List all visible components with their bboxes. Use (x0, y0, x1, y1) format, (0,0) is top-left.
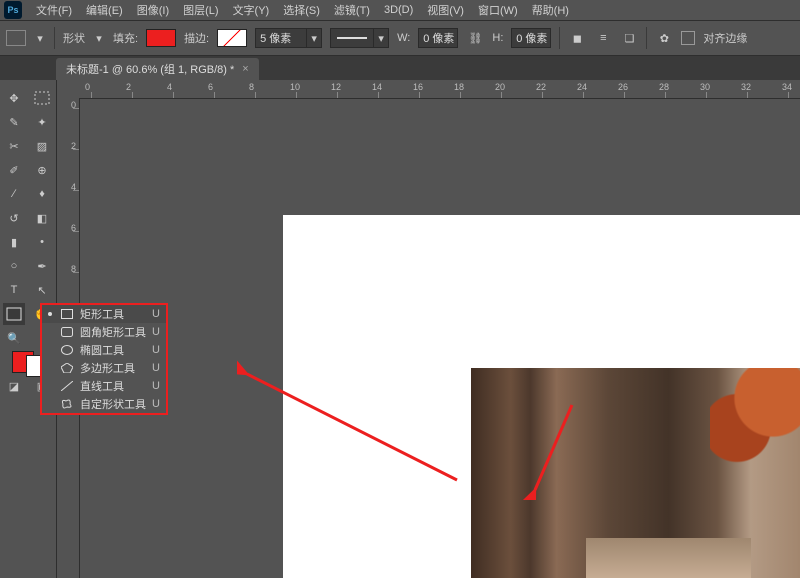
blur-tool-icon[interactable]: • (31, 231, 53, 253)
flyout-item-label: 椭圆工具 (80, 342, 146, 358)
polygon-icon (60, 363, 74, 373)
history-brush-tool-icon[interactable]: ↺ (3, 207, 25, 229)
eyedropper-tool-icon[interactable]: ✐ (3, 159, 25, 181)
quickmask-icon[interactable]: ◪ (3, 375, 25, 397)
height-label: H: (492, 32, 503, 44)
width-field[interactable]: 0 像素 (418, 28, 458, 48)
gear-icon[interactable]: ✿ (655, 29, 673, 47)
flyout-rounded-rectangle-tool[interactable]: 圆角矩形工具 U (42, 323, 166, 341)
flyout-ellipse-tool[interactable]: 椭圆工具 U (42, 341, 166, 359)
slice-tool-icon[interactable]: ▨ (31, 135, 53, 157)
menu-image[interactable]: 图像(I) (131, 0, 175, 20)
menu-filter[interactable]: 滤镜(T) (328, 0, 376, 20)
healing-tool-icon[interactable]: ⊕ (31, 159, 53, 181)
line-icon (60, 381, 74, 391)
image-detail (710, 368, 800, 468)
flyout-item-label: 圆角矩形工具 (80, 324, 146, 340)
document-tab-title: 未标题-1 @ 60.6% (组 1, RGB/8) * (66, 61, 234, 77)
stroke-width-dropdown[interactable]: ▾ (307, 28, 322, 48)
options-bar: ▾ 形状 ▾ 填充: 描边: 5 像素 ▾ ▾ W: 0 像素 ⛓ H: 0 像… (0, 21, 800, 56)
menu-layer[interactable]: 图层(L) (177, 0, 224, 20)
shape-mode-dropdown[interactable]: ▾ (93, 32, 105, 45)
flyout-item-shortcut: U (152, 398, 160, 410)
move-tool-icon[interactable]: ✥ (3, 87, 25, 109)
flyout-item-label: 多边形工具 (80, 360, 146, 376)
separator (54, 27, 55, 49)
ellipse-icon (60, 345, 74, 355)
horizontal-ruler: 0246810121416182022242628303234 (79, 80, 800, 99)
menu-window[interactable]: 窗口(W) (472, 0, 524, 20)
shape-tool-flyout: 矩形工具 U 圆角矩形工具 U 椭圆工具 U 多边形工具 U 直线工具 U (40, 303, 168, 415)
flyout-item-shortcut: U (152, 326, 160, 338)
zoom-tool-icon[interactable]: 🔍 (3, 327, 25, 349)
menu-view[interactable]: 视图(V) (421, 0, 470, 20)
separator (646, 27, 647, 49)
path-align-icon[interactable]: ≡ (594, 29, 612, 47)
path-select-tool-icon[interactable]: ↖ (31, 279, 53, 301)
flyout-rectangle-tool[interactable]: 矩形工具 U (42, 305, 166, 323)
brush-tool-icon[interactable]: ∕ (3, 183, 25, 205)
lasso-tool-icon[interactable]: ✎ (3, 111, 25, 133)
document-tab[interactable]: 未标题-1 @ 60.6% (组 1, RGB/8) * × (56, 58, 259, 80)
separator (559, 27, 560, 49)
menu-edit[interactable]: 编辑(E) (80, 0, 129, 20)
placed-image (471, 368, 800, 578)
link-wh-icon[interactable]: ⛓ (466, 29, 484, 47)
stroke-style-select[interactable] (330, 28, 374, 48)
align-edges-checkbox[interactable] (681, 31, 695, 45)
flyout-item-label: 直线工具 (80, 378, 146, 394)
crop-tool-icon[interactable]: ✂ (3, 135, 25, 157)
magic-wand-tool-icon[interactable]: ✦ (31, 111, 53, 133)
pen-tool-icon[interactable]: ✒ (31, 255, 53, 277)
flyout-item-label: 矩形工具 (80, 306, 146, 322)
custom-shape-icon (60, 399, 74, 409)
path-ops-icon[interactable]: ◼ (568, 29, 586, 47)
marquee-tool-icon[interactable] (31, 87, 53, 109)
flyout-item-shortcut: U (152, 344, 160, 356)
tool-preset-dropdown[interactable]: ▾ (34, 32, 46, 45)
fill-color-swatch[interactable] (146, 29, 176, 47)
flyout-item-shortcut: U (152, 308, 160, 320)
menu-file[interactable]: 文件(F) (30, 0, 78, 20)
eraser-tool-icon[interactable]: ◧ (31, 207, 53, 229)
width-label: W: (397, 32, 410, 44)
document-tab-strip: 未标题-1 @ 60.6% (组 1, RGB/8) * × (0, 56, 800, 81)
canvas-area[interactable]: 0246810121416182022242628303234 02468101… (57, 80, 800, 578)
menu-select[interactable]: 选择(S) (277, 0, 326, 20)
flyout-line-tool[interactable]: 直线工具 U (42, 377, 166, 395)
height-field[interactable]: 0 像素 (511, 28, 551, 48)
menu-help[interactable]: 帮助(H) (526, 0, 575, 20)
document-canvas[interactable] (283, 215, 800, 578)
stroke-label: 描边: (184, 30, 209, 46)
path-arrange-icon[interactable]: ❏ (620, 29, 638, 47)
fill-label: 填充: (113, 30, 138, 46)
type-tool-icon[interactable]: T (3, 279, 25, 301)
shape-mode-select[interactable]: 形状 (63, 30, 85, 46)
image-detail (586, 538, 751, 578)
current-tool-indicator (48, 312, 52, 316)
clone-tool-icon[interactable]: ♦ (31, 183, 53, 205)
gradient-tool-icon[interactable]: ▮ (3, 231, 25, 253)
stroke-width-field[interactable]: 5 像素 (255, 28, 307, 48)
rect-icon (60, 309, 74, 319)
flyout-item-shortcut: U (152, 380, 160, 392)
align-edges-label: 对齐边缘 (703, 30, 747, 46)
flyout-item-shortcut: U (152, 362, 160, 374)
close-tab-icon[interactable]: × (242, 63, 248, 75)
stroke-color-swatch[interactable] (217, 29, 247, 47)
dodge-tool-icon[interactable]: ○ (3, 255, 25, 277)
rectangle-tool-icon[interactable] (3, 303, 25, 325)
tool-preset-icon[interactable] (6, 30, 26, 46)
menu-bar: Ps 文件(F) 编辑(E) 图像(I) 图层(L) 文字(Y) 选择(S) 滤… (0, 0, 800, 21)
flyout-item-label: 自定形状工具 (80, 396, 146, 412)
flyout-polygon-tool[interactable]: 多边形工具 U (42, 359, 166, 377)
rounded-rect-icon (60, 327, 74, 337)
menu-3d[interactable]: 3D(D) (378, 2, 419, 18)
flyout-custom-shape-tool[interactable]: 自定形状工具 U (42, 395, 166, 413)
app-logo: Ps (4, 1, 22, 19)
stroke-style-dropdown[interactable]: ▾ (374, 28, 389, 48)
menu-type[interactable]: 文字(Y) (227, 0, 276, 20)
